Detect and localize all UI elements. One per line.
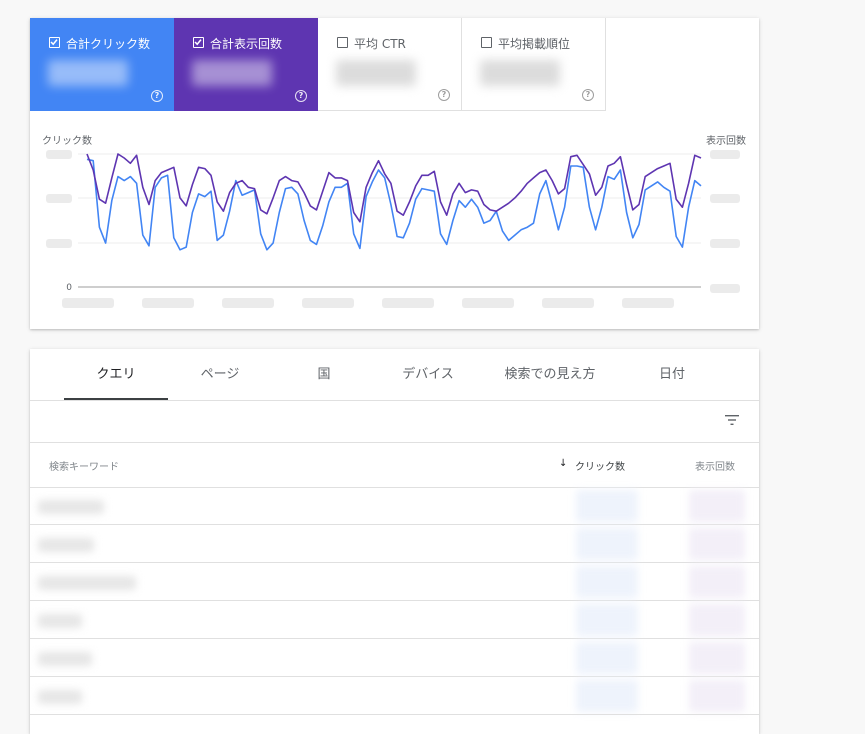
- column-header-impressions[interactable]: 表示回数: [695, 458, 735, 473]
- impressions-value-redacted: [689, 604, 745, 636]
- tab-country[interactable]: 国: [272, 349, 376, 400]
- impressions-value-redacted: [689, 528, 745, 560]
- divider: [30, 400, 759, 401]
- query-text-redacted: [38, 690, 82, 704]
- x-tick-label-redacted: [382, 298, 434, 308]
- line-chart: 0: [46, 150, 740, 308]
- x-tick-label-redacted: [62, 298, 114, 308]
- table-row[interactable]: [30, 525, 759, 563]
- y-axis-zero-label: 0: [66, 283, 72, 293]
- clicks-value-redacted: [576, 604, 638, 636]
- column-header-query[interactable]: 検索キーワード: [49, 458, 119, 473]
- y2-tick-label-redacted: [710, 150, 740, 159]
- clicks-value-redacted: [576, 528, 638, 560]
- sort-arrow-icon[interactable]: ↓: [559, 458, 567, 469]
- table-row[interactable]: [30, 677, 759, 715]
- table-row[interactable]: [30, 487, 759, 525]
- x-tick-label-redacted: [222, 298, 274, 308]
- impressions-value-redacted: [689, 680, 745, 712]
- query-text-redacted: [38, 614, 82, 628]
- table-row[interactable]: [30, 563, 759, 601]
- x-tick-label-redacted: [142, 298, 194, 308]
- results-table-card: クエリ ページ 国 デバイス 検索での見え方 日付 検索キーワード ↓ クリック…: [30, 349, 759, 734]
- tab-query[interactable]: クエリ: [64, 349, 168, 400]
- query-text-redacted: [38, 538, 94, 552]
- y-tick-label-redacted: [46, 150, 72, 159]
- table-row[interactable]: [30, 639, 759, 677]
- divider: [30, 442, 759, 443]
- query-text-redacted: [38, 500, 104, 514]
- series-line-clicks: [86, 158, 702, 251]
- table-row[interactable]: [30, 601, 759, 639]
- clicks-value-redacted: [576, 490, 638, 522]
- y-tick-label-redacted: [46, 194, 72, 203]
- chart-series: [86, 153, 702, 251]
- y2-tick-label-redacted: [710, 239, 740, 248]
- tab-search-appearance[interactable]: 検索での見え方: [480, 349, 620, 400]
- impressions-value-redacted: [689, 566, 745, 598]
- tab-date[interactable]: 日付: [620, 349, 724, 400]
- x-tick-label-redacted: [302, 298, 354, 308]
- filter-icon[interactable]: [724, 413, 740, 427]
- query-text-redacted: [38, 652, 92, 666]
- performance-chart-card: 合計クリック数 ? 合計表示回数 ? 平均 CTR ? 平均掲載順位 ? クリッ…: [30, 18, 759, 329]
- query-text-redacted: [38, 576, 136, 590]
- column-header-clicks[interactable]: クリック数: [575, 458, 625, 473]
- impressions-value-redacted: [689, 642, 745, 674]
- y-tick-label-redacted: [46, 239, 72, 248]
- y2-tick-label-redacted: [710, 284, 740, 293]
- clicks-value-redacted: [576, 680, 638, 712]
- tab-page[interactable]: ページ: [168, 349, 272, 400]
- series-line-impressions: [86, 153, 702, 223]
- y2-tick-label-redacted: [710, 194, 740, 203]
- x-tick-label-redacted: [462, 298, 514, 308]
- tab-device[interactable]: デバイス: [376, 349, 480, 400]
- x-tick-label-redacted: [622, 298, 674, 308]
- clicks-value-redacted: [576, 642, 638, 674]
- divider: [30, 714, 759, 715]
- x-tick-label-redacted: [542, 298, 594, 308]
- clicks-value-redacted: [576, 566, 638, 598]
- impressions-value-redacted: [689, 490, 745, 522]
